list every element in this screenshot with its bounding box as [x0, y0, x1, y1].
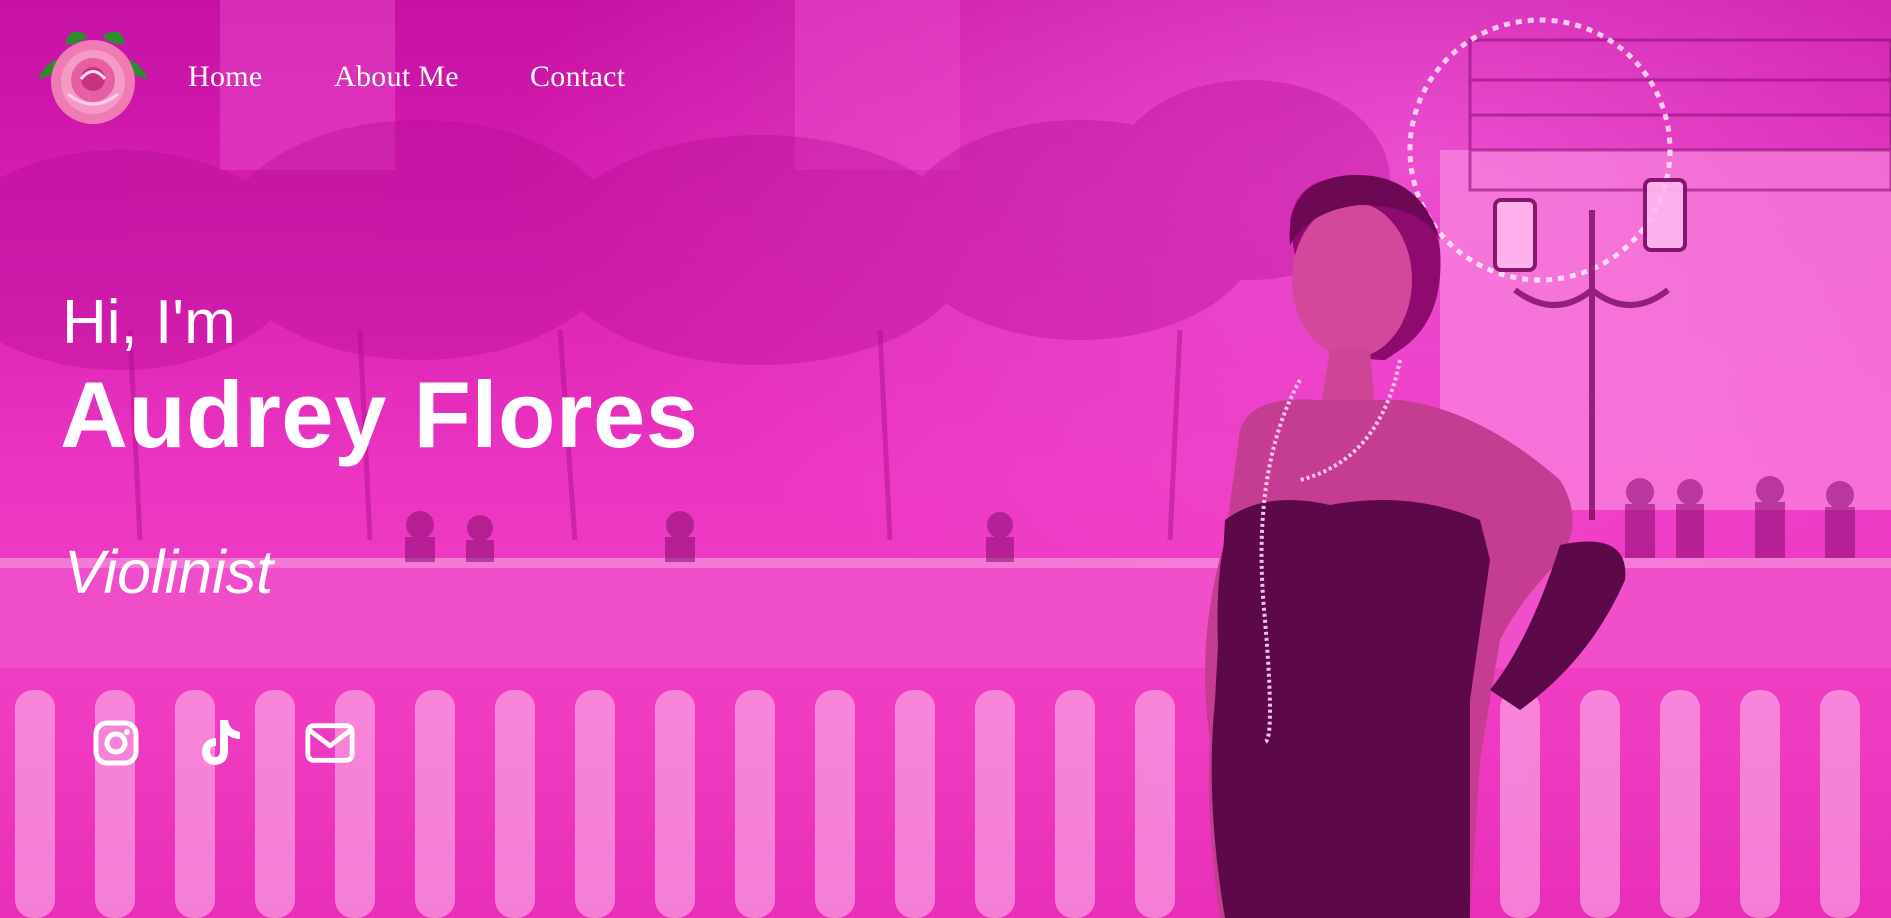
mail-icon[interactable] — [305, 718, 355, 768]
role-text: Violinist — [64, 538, 274, 606]
person-name: Audrey Flores — [60, 362, 699, 467]
nav-link-about-me[interactable]: About Me — [334, 60, 459, 94]
top-navigation: Home About Me Contact — [0, 0, 1891, 160]
tiktok-icon[interactable] — [196, 718, 246, 768]
greeting-text: Hi, I'm — [62, 288, 236, 357]
hero-section: Home About Me Contact Hi, I'm Audrey Flo… — [0, 0, 1891, 918]
nav-link-contact[interactable]: Contact — [530, 60, 625, 94]
instagram-icon[interactable] — [91, 718, 141, 768]
rose-icon[interactable] — [30, 24, 156, 132]
nav-link-home[interactable]: Home — [188, 60, 263, 94]
